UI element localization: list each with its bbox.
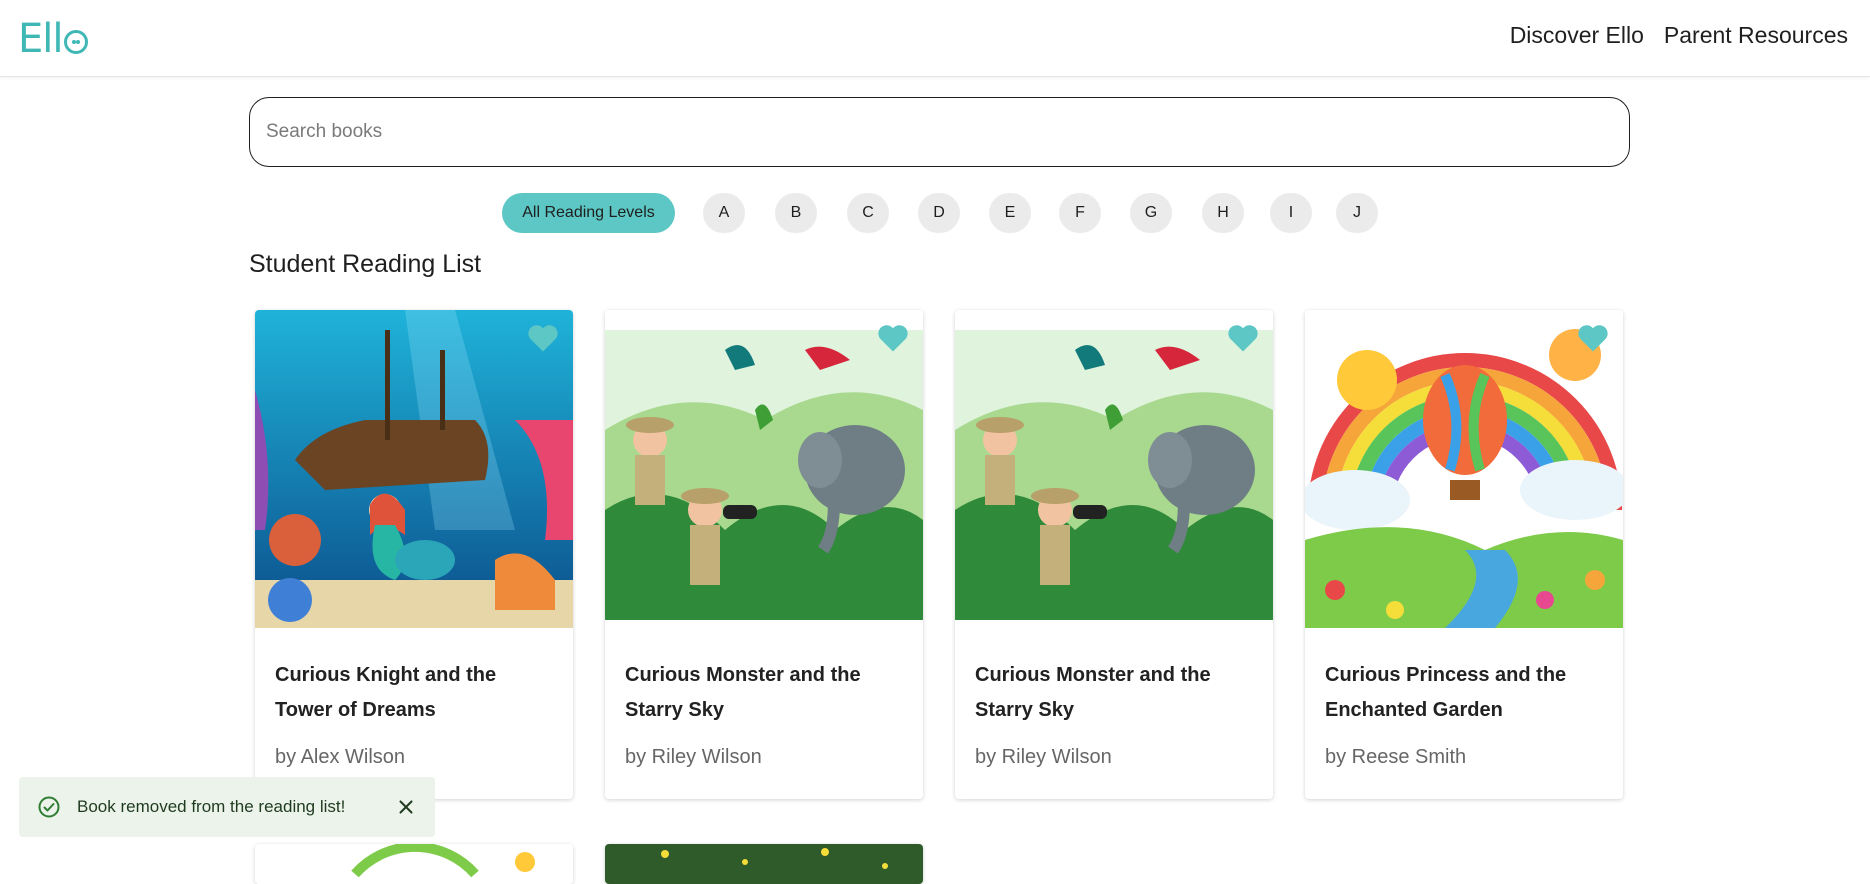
book-author: by Riley Wilson: [625, 746, 762, 768]
close-icon[interactable]: [395, 796, 417, 818]
book-title: Curious Knight and the Tower of Dreams: [275, 664, 497, 721]
toast-message: Book removed from the reading list!: [77, 797, 346, 816]
nav-discover-ello[interactable]: Discover Ello: [1510, 22, 1644, 49]
book-title: Curious Monster and the Starry Sky: [625, 664, 861, 721]
book-title: Curious Princess and the Enchanted Garde…: [1325, 664, 1567, 721]
favorite-heart-icon[interactable]: [525, 320, 561, 356]
book-cover-image: [955, 310, 1273, 628]
reading-level-filters: All Reading Levels A B C D E F G H I J: [0, 193, 1870, 233]
book-card[interactable]: Curious Princess and the Enchanted Garde…: [1305, 310, 1623, 799]
favorite-heart-icon[interactable]: [1225, 320, 1261, 356]
book-cover-image: [605, 844, 923, 884]
level-h-chip[interactable]: H: [1202, 193, 1244, 233]
book-card[interactable]: Curious Monster and the Starry Sky by Ri…: [955, 310, 1273, 799]
success-check-icon: [38, 796, 60, 818]
section-title: Student Reading List: [249, 250, 482, 278]
favorite-heart-icon[interactable]: [875, 320, 911, 356]
book-card[interactable]: Curious Monster and the Starry Sky by Ri…: [605, 310, 923, 799]
book-author: by Riley Wilson: [975, 746, 1112, 768]
logo-text: Ell: [18, 16, 63, 62]
book-title: Curious Monster and the Starry Sky: [975, 664, 1211, 721]
level-all-chip[interactable]: All Reading Levels: [502, 193, 675, 233]
level-j-chip[interactable]: J: [1336, 193, 1378, 233]
level-e-chip[interactable]: E: [989, 193, 1031, 233]
book-card-partial[interactable]: [255, 844, 573, 884]
nav-parent-resources[interactable]: Parent Resources: [1664, 22, 1848, 49]
book-cover-image: [255, 844, 573, 884]
level-d-chip[interactable]: D: [918, 193, 960, 233]
book-cover-image: [605, 310, 923, 628]
toast-notification: Book removed from the reading list!: [19, 777, 435, 837]
search-input[interactable]: [249, 97, 1630, 167]
top-nav: Discover Ello Parent Resources: [1510, 22, 1848, 49]
level-c-chip[interactable]: C: [847, 193, 889, 233]
logo-face-icon: [63, 30, 88, 54]
favorite-heart-icon[interactable]: [1575, 320, 1611, 356]
book-author: by Alex Wilson: [275, 746, 406, 768]
level-g-chip[interactable]: G: [1130, 193, 1172, 233]
level-a-chip[interactable]: A: [703, 193, 745, 233]
top-header: Ell Discover Ello Parent Resources: [0, 0, 1870, 77]
book-card-partial[interactable]: [605, 844, 923, 884]
book-cover-image: [255, 310, 573, 628]
level-f-chip[interactable]: F: [1059, 193, 1101, 233]
book-cover-image: [1305, 310, 1623, 628]
book-author: by Reese Smith: [1325, 746, 1467, 768]
level-i-chip[interactable]: I: [1270, 193, 1312, 233]
book-card[interactable]: Curious Knight and the Tower of Dreams b…: [255, 310, 573, 799]
ello-logo[interactable]: Ell: [18, 14, 88, 64]
level-b-chip[interactable]: B: [775, 193, 817, 233]
